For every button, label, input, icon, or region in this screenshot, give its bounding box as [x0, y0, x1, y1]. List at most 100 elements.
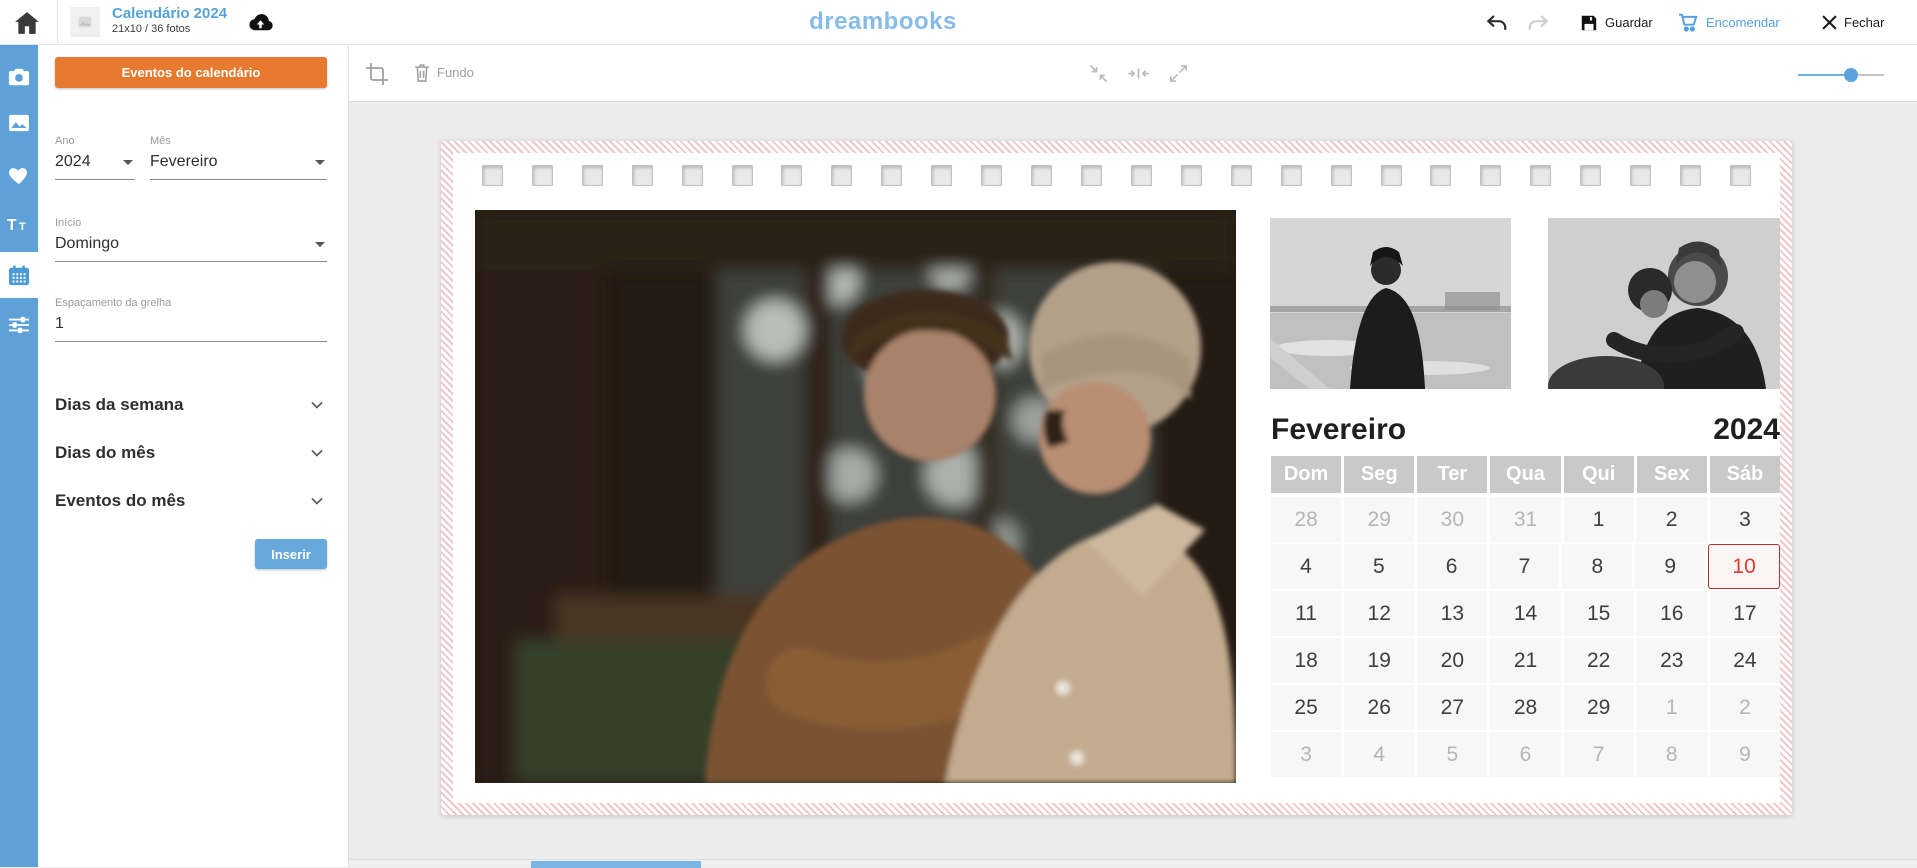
- project-info[interactable]: Calendário 2024 21x10 / 36 fotos: [112, 5, 227, 36]
- binding-hole: [732, 165, 753, 186]
- redo-button[interactable]: [1527, 0, 1549, 45]
- undo-button[interactable]: [1486, 0, 1508, 45]
- calendar-day-cell[interactable]: 26: [1344, 685, 1414, 730]
- calendar-day-cell[interactable]: 16: [1637, 591, 1707, 636]
- calendar-day-cell[interactable]: 9: [1635, 544, 1705, 589]
- calendar-day-cell[interactable]: 28: [1490, 685, 1560, 730]
- calendar-day-cell[interactable]: 5: [1344, 544, 1414, 589]
- calendar-day-cell[interactable]: 12: [1344, 591, 1414, 636]
- chevron-down-icon: [123, 160, 133, 165]
- cloud-sync-button[interactable]: [247, 12, 274, 33]
- calendar-page-inner: Fevereiro 2024 DomSegTerQuaQuiSexSáb 282…: [453, 153, 1780, 803]
- calendar-day-cell[interactable]: 3: [1271, 732, 1341, 777]
- calendar-week-row: 28293031123: [1271, 497, 1780, 542]
- small-photo-left[interactable]: [1270, 218, 1511, 389]
- sidebar-item-images[interactable]: [0, 100, 38, 146]
- sidebar-item-photos[interactable]: [0, 53, 38, 99]
- canvas-footer: [349, 859, 1917, 867]
- camera-icon: [8, 67, 30, 86]
- calendar-day-cell[interactable]: 1: [1637, 685, 1707, 730]
- delete-background-button[interactable]: Fundo: [413, 62, 474, 83]
- calendar-day-cell[interactable]: 3: [1710, 497, 1780, 542]
- calendar-day-cell[interactable]: 22: [1564, 638, 1634, 683]
- sidebar-item-favorites[interactable]: [0, 152, 38, 198]
- cart-icon: [1678, 13, 1699, 32]
- crop-icon: [365, 62, 389, 86]
- calendar-day-cell[interactable]: 9: [1710, 732, 1780, 777]
- calendar-day-cell[interactable]: 7: [1564, 732, 1634, 777]
- chevron-down-icon: [315, 160, 325, 165]
- tool-rail: TT: [0, 45, 38, 867]
- weekday-header: Qua: [1490, 456, 1560, 493]
- canvas-toolbar: Fundo: [349, 45, 1917, 102]
- zoom-slider-thumb[interactable]: [1844, 68, 1858, 82]
- calendar-day-cell[interactable]: 1: [1564, 497, 1634, 542]
- calendar-day-cell[interactable]: 15: [1564, 591, 1634, 636]
- crop-button[interactable]: [365, 62, 389, 86]
- calendar-day-cell[interactable]: 2: [1637, 497, 1707, 542]
- expand-diagonal-icon[interactable]: [1167, 62, 1190, 85]
- binding-hole: [1231, 165, 1252, 186]
- calendar-day-cell[interactable]: 31: [1490, 497, 1560, 542]
- save-button[interactable]: Guardar: [1580, 0, 1653, 45]
- calendar-week-row: 252627282912: [1271, 685, 1780, 730]
- calendar-week-row: 3456789: [1271, 732, 1780, 777]
- calendar-events-button[interactable]: Eventos do calendário: [55, 57, 327, 88]
- calendar-day-cell[interactable]: 7: [1490, 544, 1560, 589]
- home-button[interactable]: [14, 11, 40, 35]
- small-photo-right[interactable]: [1548, 218, 1780, 389]
- close-button[interactable]: Fechar: [1822, 0, 1884, 45]
- calendar-day-cell-highlighted[interactable]: 10: [1708, 544, 1780, 589]
- calendar-day-cell[interactable]: 8: [1562, 544, 1632, 589]
- swap-horizontal-icon[interactable]: [1127, 62, 1150, 85]
- section-dias-do-mes[interactable]: Dias do mês: [55, 429, 327, 477]
- editor-canvas: Fundo: [348, 45, 1917, 867]
- order-button[interactable]: Encomendar: [1678, 0, 1780, 45]
- calendar-day-cell[interactable]: 27: [1417, 685, 1487, 730]
- project-thumbnail[interactable]: [70, 7, 100, 37]
- calendar-day-cell[interactable]: 17: [1710, 591, 1780, 636]
- main-photo[interactable]: [475, 210, 1236, 783]
- sidebar-item-calendar[interactable]: [0, 252, 38, 298]
- month-select[interactable]: Mês Fevereiro: [150, 135, 327, 180]
- floppy-disk-icon: [1580, 14, 1598, 32]
- calendar-day-cell[interactable]: 20: [1417, 638, 1487, 683]
- section-eventos-do-mes[interactable]: Eventos do mês: [55, 477, 327, 525]
- binding-hole: [1580, 165, 1601, 186]
- binding-hole: [632, 165, 653, 186]
- calendar-day-cell[interactable]: 13: [1417, 591, 1487, 636]
- calendar-day-cell[interactable]: 14: [1490, 591, 1560, 636]
- calendar-day-cell[interactable]: 30: [1417, 497, 1487, 542]
- calendar-day-cell[interactable]: 29: [1344, 497, 1414, 542]
- insert-button[interactable]: Inserir: [255, 539, 327, 569]
- calendar-day-cell[interactable]: 6: [1490, 732, 1560, 777]
- collapse-diagonal-icon[interactable]: [1087, 62, 1110, 85]
- grid-spacing-input[interactable]: Espaçamento da grelha 1: [55, 297, 327, 342]
- calendar-day-cell[interactable]: 24: [1710, 638, 1780, 683]
- calendar-day-cell[interactable]: 4: [1344, 732, 1414, 777]
- section-dias-da-semana[interactable]: Dias da semana: [55, 381, 327, 429]
- calendar-day-cell[interactable]: 5: [1417, 732, 1487, 777]
- calendar-day-cell[interactable]: 11: [1271, 591, 1341, 636]
- week-start-select[interactable]: Início Domingo: [55, 217, 327, 262]
- calendar-day-cell[interactable]: 18: [1271, 638, 1341, 683]
- svg-text:T: T: [19, 221, 26, 233]
- sidebar-item-adjustments[interactable]: [0, 302, 38, 348]
- dreambooks-logo: dreambooks: [809, 8, 957, 36]
- calendar-page[interactable]: Fevereiro 2024 DomSegTerQuaQuiSexSáb 282…: [441, 141, 1792, 815]
- sliders-icon: [8, 315, 30, 335]
- year-select[interactable]: Ano 2024: [55, 135, 135, 180]
- calendar-day-cell[interactable]: 29: [1564, 685, 1634, 730]
- order-label: Encomendar: [1706, 15, 1780, 30]
- calendar-day-cell[interactable]: 8: [1637, 732, 1707, 777]
- calendar-day-cell[interactable]: 25: [1271, 685, 1341, 730]
- calendar-day-cell[interactable]: 2: [1710, 685, 1780, 730]
- calendar-day-cell[interactable]: 4: [1271, 544, 1341, 589]
- calendar-day-cell[interactable]: 23: [1637, 638, 1707, 683]
- sidebar-item-text[interactable]: TT: [0, 202, 38, 248]
- calendar-day-cell[interactable]: 21: [1490, 638, 1560, 683]
- zoom-slider[interactable]: [1798, 68, 1884, 82]
- calendar-day-cell[interactable]: 28: [1271, 497, 1341, 542]
- calendar-day-cell[interactable]: 6: [1417, 544, 1487, 589]
- calendar-day-cell[interactable]: 19: [1344, 638, 1414, 683]
